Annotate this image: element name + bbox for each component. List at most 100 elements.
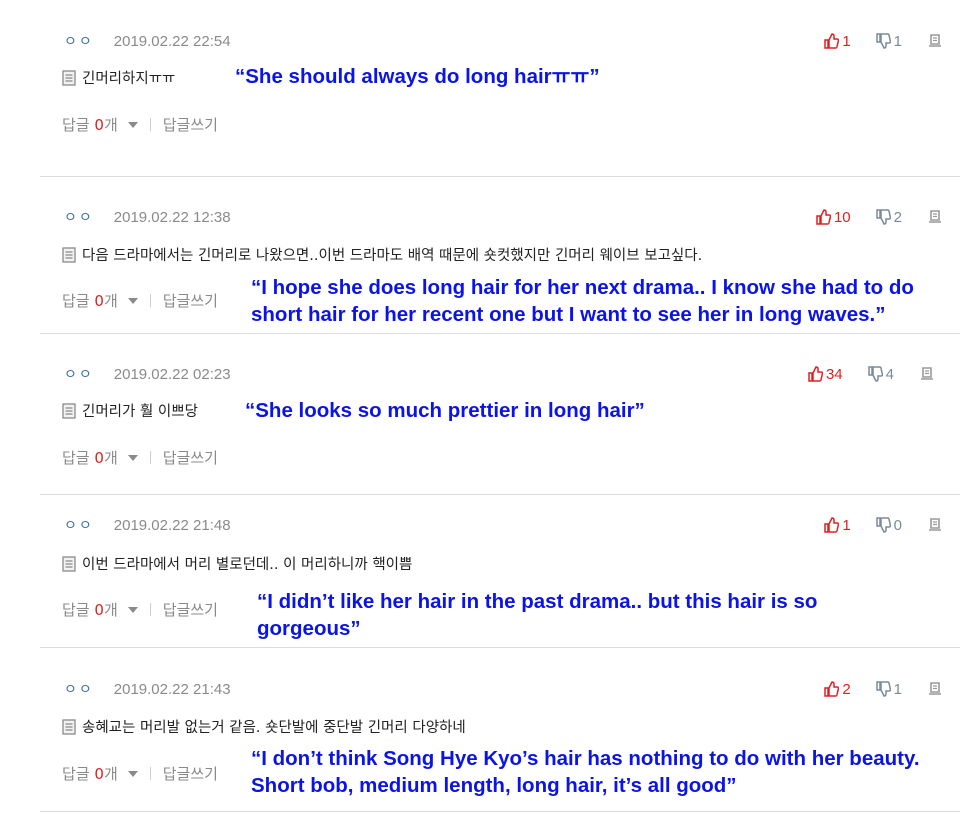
comment-meta: ㅇㅇ 2019.02.22 02:23: [64, 364, 231, 384]
separator: [149, 118, 151, 131]
thumbs-down-icon: [875, 33, 891, 49]
reply-count: 0: [94, 449, 104, 467]
upvote-button[interactable]: 1: [823, 33, 851, 50]
translation-text: “I didn’t like her hair in the past dram…: [257, 590, 818, 640]
downvote-button[interactable]: 1: [875, 33, 902, 50]
reply-label: 답글: [62, 116, 90, 134]
reply-bar: 답글 0개 답글쓰기: [62, 763, 218, 784]
upvote-count: 1: [842, 516, 851, 534]
reply-unit: 개: [103, 449, 118, 467]
reply-bar: 답글 0개 답글쓰기: [62, 114, 218, 135]
downvote-count: 2: [893, 208, 902, 226]
write-reply-button[interactable]: 답글쓰기: [163, 114, 218, 135]
caret-down-icon[interactable]: [127, 606, 138, 613]
divider: [40, 647, 960, 648]
comment-author[interactable]: ㅇㅇ: [64, 515, 94, 535]
comment-text: 다음 드라마에서는 긴머리로 나왔으면..이번 드라마도 배역 때문에 숏컷했지…: [82, 248, 703, 264]
write-reply-button[interactable]: 답글쓰기: [163, 763, 218, 784]
comment-date: 2019.02.22 22:54: [113, 32, 231, 50]
downvote-button[interactable]: 4: [867, 366, 894, 383]
comment-date: 2019.02.22 12:38: [113, 208, 231, 226]
thumbs-up-icon: [824, 681, 840, 697]
thumbs-down-icon: [875, 681, 891, 697]
reply-toggle[interactable]: 답글 0개: [62, 599, 118, 620]
reply-toggle[interactable]: 답글 0개: [62, 114, 118, 135]
reply-unit: 개: [103, 765, 118, 783]
report-icon[interactable]: [928, 210, 942, 224]
document-icon: [62, 718, 76, 735]
upvote-count: 34: [825, 365, 843, 383]
comment-meta: ㅇㅇ 2019.02.22 21:48: [64, 515, 231, 535]
caret-down-icon[interactable]: [127, 454, 138, 461]
document-icon: [62, 69, 76, 86]
reply-label: 답글: [62, 449, 90, 467]
divider: [40, 494, 960, 495]
upvote-button[interactable]: 1: [823, 516, 851, 534]
divider: [40, 176, 960, 177]
caret-down-icon[interactable]: [127, 297, 138, 304]
downvote-button[interactable]: 1: [875, 681, 902, 698]
upvote-count: 2: [842, 680, 851, 698]
comment-author[interactable]: ㅇㅇ: [64, 207, 94, 227]
downvote-count: 1: [893, 680, 902, 698]
reply-toggle[interactable]: 답글 0개: [62, 763, 118, 784]
divider: [40, 811, 960, 812]
reply-toggle[interactable]: 답글 0개: [62, 290, 118, 311]
vote-bar: 1 1: [823, 31, 942, 51]
reply-label: 답글: [62, 601, 90, 619]
report-icon[interactable]: [920, 367, 934, 381]
reply-label: 답글: [62, 765, 90, 783]
separator: [149, 603, 151, 616]
report-icon[interactable]: [928, 34, 942, 48]
separator: [149, 294, 151, 307]
comment-author[interactable]: ㅇㅇ: [64, 364, 94, 384]
separator: [149, 451, 151, 464]
comment-meta: ㅇㅇ 2019.02.22 12:38: [64, 207, 231, 227]
report-icon[interactable]: [928, 518, 942, 532]
reply-unit: 개: [103, 601, 118, 619]
comment-text: 긴머리가 훨 이쁘당: [82, 404, 198, 420]
upvote-button[interactable]: 2: [823, 680, 851, 698]
reply-unit: 개: [103, 292, 118, 310]
downvote-button[interactable]: 0: [875, 517, 902, 534]
reply-bar: 답글 0개 답글쓰기: [62, 290, 218, 311]
downvote-count: 4: [885, 365, 894, 383]
document-icon: [62, 555, 76, 572]
write-reply-button[interactable]: 답글쓰기: [163, 290, 218, 311]
comment-text: 이번 드라마에서 머리 별로던데.. 이 머리하니까 핵이쁨: [82, 557, 413, 573]
write-reply-button[interactable]: 답글쓰기: [163, 447, 218, 468]
thumbs-up-icon: [824, 517, 840, 533]
comment-body: 이번 드라마에서 머리 별로던데.. 이 머리하니까 핵이쁨: [62, 553, 412, 574]
downvote-count: 0: [893, 516, 902, 534]
reply-count: 0: [94, 765, 104, 783]
thumbs-down-icon: [875, 517, 891, 533]
thumbs-up-icon: [824, 33, 840, 49]
reply-count: 0: [94, 601, 104, 619]
upvote-count: 10: [833, 208, 851, 226]
comment-body: 다음 드라마에서는 긴머리로 나왔으면..이번 드라마도 배역 때문에 숏컷했지…: [62, 244, 702, 265]
upvote-button[interactable]: 10: [815, 209, 851, 226]
translation-text: “I don’t think Song Hye Kyo’s hair has n…: [251, 747, 920, 797]
thumbs-up-icon: [808, 366, 823, 382]
caret-down-icon[interactable]: [127, 121, 138, 128]
downvote-button[interactable]: 2: [875, 209, 902, 226]
translation-text: “I hope she does long hair for her next …: [251, 276, 914, 326]
divider: [40, 333, 960, 334]
comment-meta: ㅇㅇ 2019.02.22 21:43: [64, 679, 231, 699]
translation-text: “She should always do long hairㅠㅠ”: [235, 65, 600, 88]
downvote-count: 1: [893, 32, 902, 50]
report-icon[interactable]: [928, 682, 942, 696]
comment-date: 2019.02.22 02:23: [113, 365, 231, 383]
vote-bar: 1 0: [823, 515, 942, 535]
caret-down-icon[interactable]: [127, 770, 138, 777]
write-reply-button[interactable]: 답글쓰기: [163, 599, 218, 620]
comment-author[interactable]: ㅇㅇ: [64, 679, 94, 699]
upvote-button[interactable]: 34: [807, 366, 843, 383]
vote-bar: 34 4: [807, 364, 934, 384]
reply-bar: 답글 0개 답글쓰기: [62, 599, 218, 620]
comment-body: 긴머리하지ㅠㅠ: [62, 67, 175, 88]
reply-toggle[interactable]: 답글 0개: [62, 447, 118, 468]
vote-bar: 10 2: [815, 207, 942, 227]
comment-author[interactable]: ㅇㅇ: [64, 31, 94, 51]
reply-unit: 개: [103, 116, 118, 134]
